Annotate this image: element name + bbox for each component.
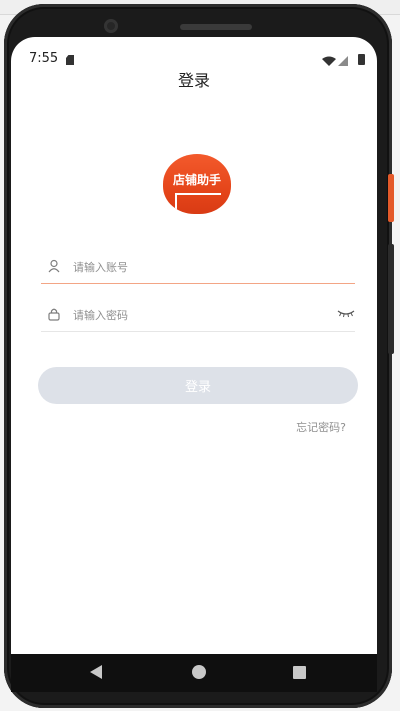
side-button-accent	[388, 174, 394, 222]
home-icon[interactable]	[192, 665, 206, 679]
eye-closed-icon[interactable]	[337, 306, 355, 320]
android-nav-bar	[11, 654, 377, 692]
password-input[interactable]	[71, 301, 325, 329]
page-title: 登录	[177, 71, 210, 90]
side-button	[388, 244, 394, 354]
wifi-icon	[322, 56, 336, 66]
back-icon[interactable]	[90, 665, 102, 679]
speaker-grille	[180, 24, 252, 30]
account-field[interactable]	[41, 247, 355, 284]
status-time: 7:55	[29, 51, 59, 66]
login-button[interactable]: 登录	[38, 367, 358, 404]
cart-logo-icon	[175, 193, 221, 211]
battery-icon	[358, 54, 365, 65]
lock-icon	[48, 308, 60, 321]
password-field[interactable]	[41, 295, 355, 332]
sd-card-icon	[66, 55, 74, 65]
account-input[interactable]	[71, 253, 325, 281]
user-icon	[48, 259, 60, 273]
logo-text: 店铺助手	[172, 173, 221, 187]
forgot-password-link[interactable]: 忘记密码?	[296, 419, 346, 435]
front-camera	[104, 19, 118, 33]
signal-icon	[338, 56, 348, 66]
app-screen: 7:55 登录 店铺助手 登录 忘记密码?	[11, 37, 377, 654]
recent-apps-icon[interactable]	[293, 666, 306, 679]
app-logo: 店铺助手	[163, 154, 231, 214]
